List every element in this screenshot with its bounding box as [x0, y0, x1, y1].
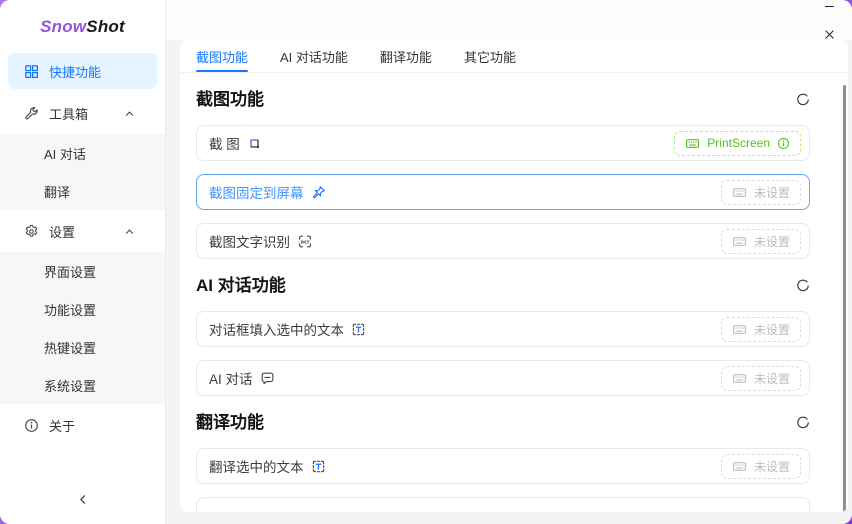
- chevron-up-icon: [124, 226, 135, 237]
- spinner-icon[interactable]: [796, 93, 810, 107]
- tab-label: 翻译功能: [380, 47, 432, 66]
- keyboard-icon: [732, 185, 747, 200]
- tab-label: 截图功能: [196, 47, 248, 66]
- keyboard-icon: [732, 322, 747, 337]
- hotkey-row-label: 对话框填入选中的文本: [209, 319, 344, 339]
- partial-row: [196, 497, 810, 512]
- sidebar-item-0[interactable]: 快捷功能: [8, 53, 157, 89]
- sidebar-item-7[interactable]: 热键设置: [0, 328, 165, 366]
- hotkey-button[interactable]: 未设置: [721, 454, 801, 479]
- sidebar-item-5[interactable]: 界面设置: [0, 252, 165, 290]
- hotkey-label: 未设置: [754, 370, 790, 387]
- settings-card: 截图功能AI 对话功能翻译功能其它功能 截图功能截 图PrintScreen截图…: [180, 40, 848, 512]
- hotkey-row[interactable]: 截图固定到屏幕 未设置: [196, 174, 810, 210]
- hotkey-row-label: 截 图: [209, 133, 240, 153]
- window-titlebar[interactable]: [166, 0, 852, 40]
- sidebar-item-label: 界面设置: [44, 262, 96, 281]
- tab-1[interactable]: AI 对话功能: [280, 40, 348, 72]
- section-title: AI 对话功能: [196, 273, 286, 299]
- hotkey-button[interactable]: 未设置: [721, 229, 801, 254]
- info-circle-icon: [777, 137, 790, 150]
- hotkey-button[interactable]: 未设置: [721, 180, 801, 205]
- hotkey-row-label: 截图文字识别: [209, 231, 290, 251]
- svg-text:ocr: ocr: [301, 239, 310, 245]
- pin-icon: [311, 185, 326, 200]
- keyboard-icon: [685, 136, 700, 151]
- hotkey-label: 未设置: [754, 184, 790, 201]
- hotkey-content: 截图功能截 图PrintScreen截图固定到屏幕未设置截图文字识别ocr未设置…: [180, 87, 848, 512]
- sidebar-item-8[interactable]: 系统设置: [0, 366, 165, 404]
- hotkey-row[interactable]: 截 图 PrintScreen: [196, 125, 810, 161]
- spinner-icon[interactable]: [796, 416, 810, 430]
- chevron-up-icon: [124, 108, 135, 119]
- hotkey-row[interactable]: AI 对话 未设置: [196, 360, 810, 396]
- sidebar-item-2[interactable]: AI 对话: [0, 134, 165, 172]
- hotkey-label: 未设置: [754, 458, 790, 475]
- sidebar-item-label: 功能设置: [44, 300, 96, 319]
- ocr-icon: ocr: [297, 234, 313, 249]
- hotkey-label: 未设置: [754, 321, 790, 338]
- sidebar-item-6[interactable]: 功能设置: [0, 290, 165, 328]
- sidebar-item-label: AI 对话: [44, 144, 86, 163]
- sidebar-menu: 快捷功能工具箱 AI 对话翻译设置界面设置功能设置热键设置系统设置关于: [0, 50, 165, 488]
- sidebar-item-3[interactable]: 翻译: [0, 172, 165, 210]
- sidebar-item-label: 翻译: [44, 182, 70, 201]
- select-text-icon: [351, 322, 366, 337]
- hotkey-button[interactable]: 未设置: [721, 317, 801, 342]
- sidebar-item-label: 系统设置: [44, 376, 96, 395]
- sidebar-item-label: 工具箱: [49, 104, 88, 123]
- logo-shot: Shot: [86, 17, 125, 36]
- tab-label: 其它功能: [464, 47, 516, 66]
- hotkey-button[interactable]: PrintScreen: [674, 131, 801, 156]
- crop-icon: [247, 136, 262, 151]
- tab-0[interactable]: 截图功能: [196, 40, 248, 72]
- vertical-scrollbar[interactable]: [843, 85, 846, 512]
- hotkey-row[interactable]: 翻译选中的文本 未设置: [196, 448, 810, 484]
- sidebar-collapse-button[interactable]: [63, 488, 103, 514]
- main-area: 截图功能AI 对话功能翻译功能其它功能 截图功能截 图PrintScreen截图…: [166, 0, 852, 524]
- keyboard-icon: [732, 234, 747, 249]
- keyboard-icon: [732, 459, 747, 474]
- sidebar-item-label: 快捷功能: [49, 62, 101, 81]
- app-window: SnowShot 快捷功能工具箱AI 对话翻译设置界面设置功能设置热键设置系统设…: [0, 0, 852, 524]
- tab-3[interactable]: 其它功能: [464, 40, 516, 72]
- keyboard-icon: [732, 371, 747, 386]
- sidebar-item-4[interactable]: 设置: [8, 213, 157, 249]
- appstore-icon: [24, 64, 39, 79]
- sidebar-item-label: 热键设置: [44, 338, 96, 357]
- hotkey-section: 翻译功能翻译选中的文本 未设置: [196, 410, 810, 512]
- hotkey-row-label: 翻译选中的文本: [209, 456, 304, 476]
- sidebar-item-9[interactable]: 关于: [8, 407, 157, 443]
- hotkey-section: 截图功能截 图PrintScreen截图固定到屏幕未设置截图文字识别ocr未设置: [196, 87, 810, 259]
- sidebar-item-label: 关于: [49, 416, 75, 435]
- minimize-button[interactable]: [814, 0, 844, 20]
- hotkey-row-label: AI 对话: [209, 368, 253, 388]
- app-logo: SnowShot: [0, 0, 165, 50]
- hotkey-row-label: 截图固定到屏幕: [209, 182, 304, 202]
- section-title: 截图功能: [196, 87, 264, 113]
- tool-icon: [24, 106, 39, 121]
- hotkey-row[interactable]: 对话框填入选中的文本 未设置: [196, 311, 810, 347]
- chevron-left-icon: [76, 493, 89, 509]
- info-icon: [24, 418, 39, 433]
- chat-icon: [260, 371, 275, 386]
- hotkey-label: 未设置: [754, 233, 790, 250]
- select-text-icon: [311, 459, 326, 474]
- tab-bar: 截图功能 AI 对话功能 翻译功能 其它功能: [180, 40, 848, 73]
- hotkey-section: AI 对话功能对话框填入选中的文本未设置AI 对话未设置: [196, 273, 810, 396]
- tab-2[interactable]: 翻译功能: [380, 40, 432, 72]
- sidebar-item-1[interactable]: 工具箱: [8, 95, 157, 131]
- sidebar: SnowShot 快捷功能工具箱 AI 对话翻译设置界面设置功能设置热键设置系统设…: [0, 0, 166, 524]
- tab-label: AI 对话功能: [280, 47, 348, 66]
- spinner-icon[interactable]: [796, 279, 810, 293]
- sidebar-item-label: 设置: [49, 222, 75, 241]
- section-title: 翻译功能: [196, 410, 264, 436]
- hotkey-row[interactable]: 截图文字识别 ocr 未设置: [196, 223, 810, 259]
- logo-snow: Snow: [40, 17, 86, 36]
- hotkey-button[interactable]: 未设置: [721, 366, 801, 391]
- gear-icon: [24, 224, 39, 239]
- hotkey-label: PrintScreen: [707, 136, 770, 150]
